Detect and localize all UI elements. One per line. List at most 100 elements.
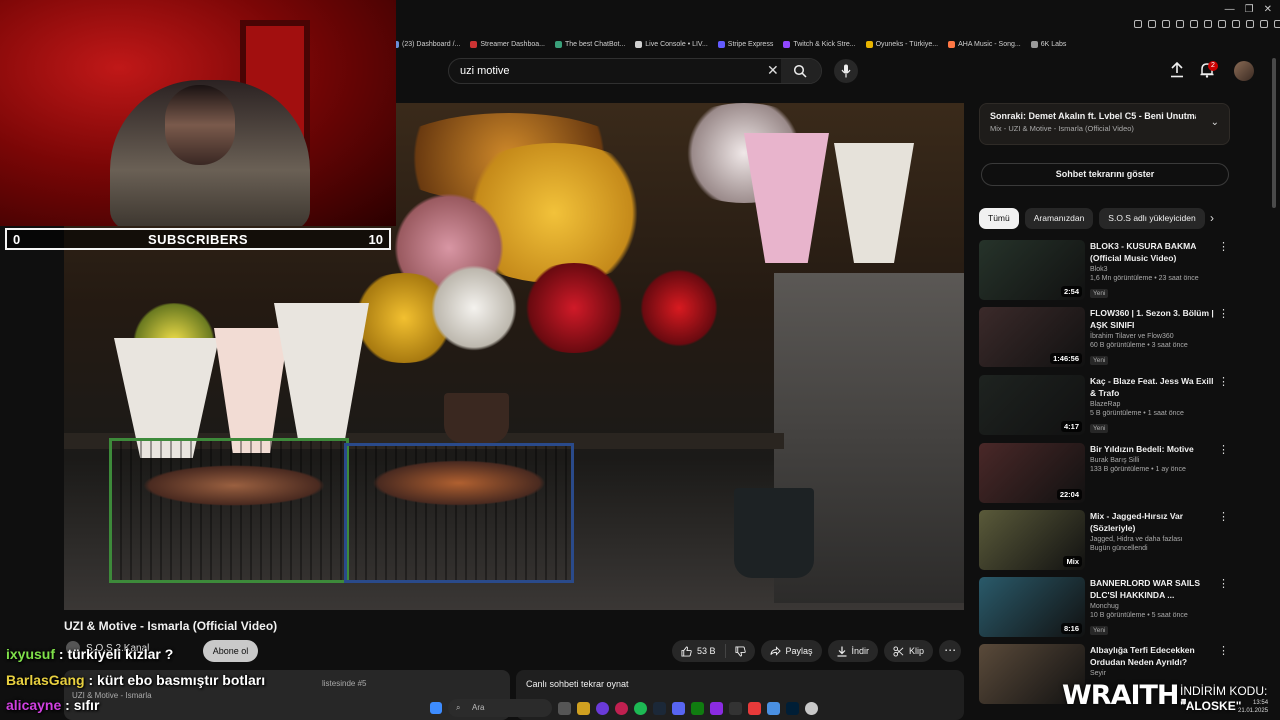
more-options-icon[interactable]: ⋮ [1218, 240, 1229, 253]
spotify-icon[interactable] [634, 701, 647, 715]
recommendation-title[interactable]: Kaç - Blaze Feat. Jess Wa Exill & Trafo [1090, 375, 1216, 399]
recommendation-item[interactable]: 22:04 Bir Yıldızın Bedeli: Motive Burak Ba… [979, 443, 1231, 505]
dislike-button[interactable] [726, 640, 755, 662]
chevron-down-icon[interactable]: ⌄ [1211, 117, 1219, 128]
extension-icon[interactable] [1232, 20, 1240, 28]
discord-icon[interactable] [672, 701, 685, 715]
filter-chip[interactable]: S.O.S adlı yükleyiciden [1099, 208, 1205, 229]
extension-icon[interactable] [1162, 20, 1170, 28]
app-icon[interactable] [615, 701, 628, 715]
bookmark-item[interactable]: Live Console • LIV... [635, 36, 708, 52]
recommendation-meta: 5 B görüntüleme • 1 saat önce [1090, 410, 1184, 417]
bookmark-item[interactable]: 6K Labs [1030, 36, 1066, 52]
recommendation-channel[interactable]: İbrahim Tilaver ve Flow360 [1090, 333, 1216, 340]
more-options-icon[interactable]: ⋮ [1218, 443, 1229, 456]
recommendation-item[interactable]: 4:17 Kaç - Blaze Feat. Jess Wa Exill & Tr… [979, 375, 1231, 437]
subscribe-button[interactable]: Abone ol [203, 640, 258, 662]
xbox-icon[interactable] [691, 701, 704, 715]
chat-username[interactable]: ixyusuf [6, 646, 55, 662]
recommendation-thumbnail[interactable]: 1:46:56 [979, 307, 1085, 367]
next-up-title: Sonraki: Demet Akalın ft. Lvbel C5 - Ben… [990, 111, 1196, 121]
more-options-icon[interactable]: ⋮ [1218, 577, 1229, 590]
chevron-right-icon[interactable]: › [1210, 211, 1214, 225]
extension-icon[interactable] [1134, 20, 1142, 28]
app-icon[interactable] [748, 701, 761, 715]
recommendation-channel[interactable]: Monchug [1090, 603, 1216, 610]
more-options-icon[interactable]: ⋮ [1218, 307, 1229, 320]
more-actions-button[interactable]: ⋯ [939, 640, 962, 662]
recommendation-title[interactable]: BLOK3 - KUSURA BAKMA (Official Music Vid… [1090, 240, 1216, 264]
recommendation-channel[interactable]: BlazeRap [1090, 401, 1216, 408]
recommendation-channel[interactable]: Burak Barış Silli [1090, 457, 1216, 464]
restore-icon[interactable]: ❐ [1245, 4, 1254, 15]
recommendation-channel[interactable]: Jagged, Hidra ve daha fazlası [1090, 536, 1216, 543]
extension-icon[interactable] [1190, 20, 1198, 28]
next-up-panel[interactable]: Sonraki: Demet Akalın ft. Lvbel C5 - Ben… [979, 103, 1230, 145]
extension-icon[interactable] [1260, 20, 1268, 28]
extension-icon[interactable] [1246, 20, 1254, 28]
recommendation-title[interactable]: BANNERLORD WAR SAILS DLC'Sİ HAKKINDA ... [1090, 577, 1216, 601]
bookmark-item[interactable]: Oyuneks - Türkiye... [865, 36, 938, 52]
show-chat-replay-button[interactable]: Sohbet tekrarını göster [981, 163, 1229, 186]
bookmark-item[interactable]: Twitch & Kick Stre... [783, 36, 856, 52]
recommendation-item[interactable]: Mix Mix - Jagged-Hırsız Var (Sözleriyle) J… [979, 510, 1231, 572]
app-icon[interactable] [729, 701, 742, 715]
bookmark-item[interactable]: Streamer Dashboa... [470, 36, 545, 52]
recommendation-title[interactable]: FLOW360 | 1. Sezon 3. Bölüm | AŞK SINIFI [1090, 307, 1216, 331]
recommendation-title[interactable]: Bir Yıldızın Bedeli: Motive [1090, 443, 1216, 455]
download-button[interactable]: İndir [827, 640, 879, 662]
clear-search-icon[interactable]: ✕ [767, 62, 779, 79]
recommendation-item[interactable]: 2:54 BLOK3 - KUSURA BAKMA (Official Music… [979, 240, 1231, 302]
recommendation-item[interactable]: 1:46:56 FLOW360 | 1. Sezon 3. Bölüm | AŞK… [979, 307, 1231, 369]
recommendation-thumbnail[interactable]: 22:04 [979, 443, 1085, 503]
chat-username[interactable]: alicayne [6, 697, 61, 713]
taskbar-search[interactable]: ⌕ Ara [448, 699, 552, 717]
upload-icon[interactable] [1170, 62, 1184, 78]
chat-username[interactable]: BarlasGang [6, 672, 85, 688]
bookmark-label: AHA Music - Song... [958, 40, 1021, 48]
app-icon[interactable] [596, 701, 609, 715]
file-explorer-icon[interactable] [577, 701, 590, 715]
bookmark-item[interactable]: AHA Music - Song... [948, 36, 1021, 52]
windows-start-icon[interactable] [430, 702, 442, 714]
extension-icon[interactable] [1148, 20, 1156, 28]
search-input[interactable]: uzi motive [460, 65, 510, 77]
extension-icon[interactable] [1218, 20, 1226, 28]
more-options-icon[interactable]: ⋮ [1218, 510, 1229, 523]
account-avatar[interactable] [1234, 61, 1254, 81]
extension-icon[interactable] [1274, 20, 1280, 28]
app-icon[interactable] [767, 701, 780, 715]
minimize-icon[interactable]: — [1225, 4, 1235, 15]
clip-button[interactable]: Klip [884, 640, 934, 662]
recommendation-channel[interactable]: Seyir [1090, 670, 1216, 677]
bookmark-item[interactable]: Stripe Express [717, 36, 773, 52]
photoshop-icon[interactable] [786, 701, 799, 715]
voice-search-button[interactable] [834, 59, 858, 83]
filter-chip[interactable]: Aramanızdan [1024, 208, 1094, 229]
filter-chip[interactable]: Tümü [979, 208, 1019, 229]
recommendation-thumbnail[interactable]: Mix [979, 510, 1085, 570]
like-button[interactable]: 53 B [672, 640, 725, 662]
recommendation-channel[interactable]: Blok3 [1090, 266, 1216, 273]
bookmark-item[interactable]: The best ChatBot... [554, 36, 625, 52]
app-icon[interactable] [710, 701, 723, 715]
extension-icon[interactable] [1176, 20, 1184, 28]
task-view-icon[interactable] [558, 701, 571, 715]
recommendation-thumbnail[interactable]: 4:17 [979, 375, 1085, 435]
bookmark-item[interactable]: (23) Dashboard /... [392, 36, 460, 52]
search-button[interactable] [781, 59, 821, 83]
extension-icon[interactable] [1204, 20, 1212, 28]
recommendation-title[interactable]: Albaylığa Terfi Edecekken Ordudan Neden … [1090, 644, 1216, 668]
page-scrollbar[interactable] [1272, 58, 1276, 208]
search-bar[interactable]: uzi motive ✕ [448, 58, 822, 84]
recommendation-title[interactable]: Mix - Jagged-Hırsız Var (Sözleriyle) [1090, 510, 1216, 534]
recommendation-thumbnail[interactable]: 2:54 [979, 240, 1085, 300]
recommendation-item[interactable]: 8:16 BANNERLORD WAR SAILS DLC'Sİ HAKKINDA… [979, 577, 1231, 639]
recommendation-thumbnail[interactable]: 8:16 [979, 577, 1085, 637]
more-options-icon[interactable]: ⋮ [1218, 644, 1229, 657]
share-button[interactable]: Paylaş [760, 640, 822, 662]
close-window-icon[interactable]: ✕ [1264, 4, 1272, 15]
more-options-icon[interactable]: ⋮ [1218, 375, 1229, 388]
steam-icon[interactable] [653, 701, 666, 715]
chrome-icon[interactable] [805, 701, 818, 715]
